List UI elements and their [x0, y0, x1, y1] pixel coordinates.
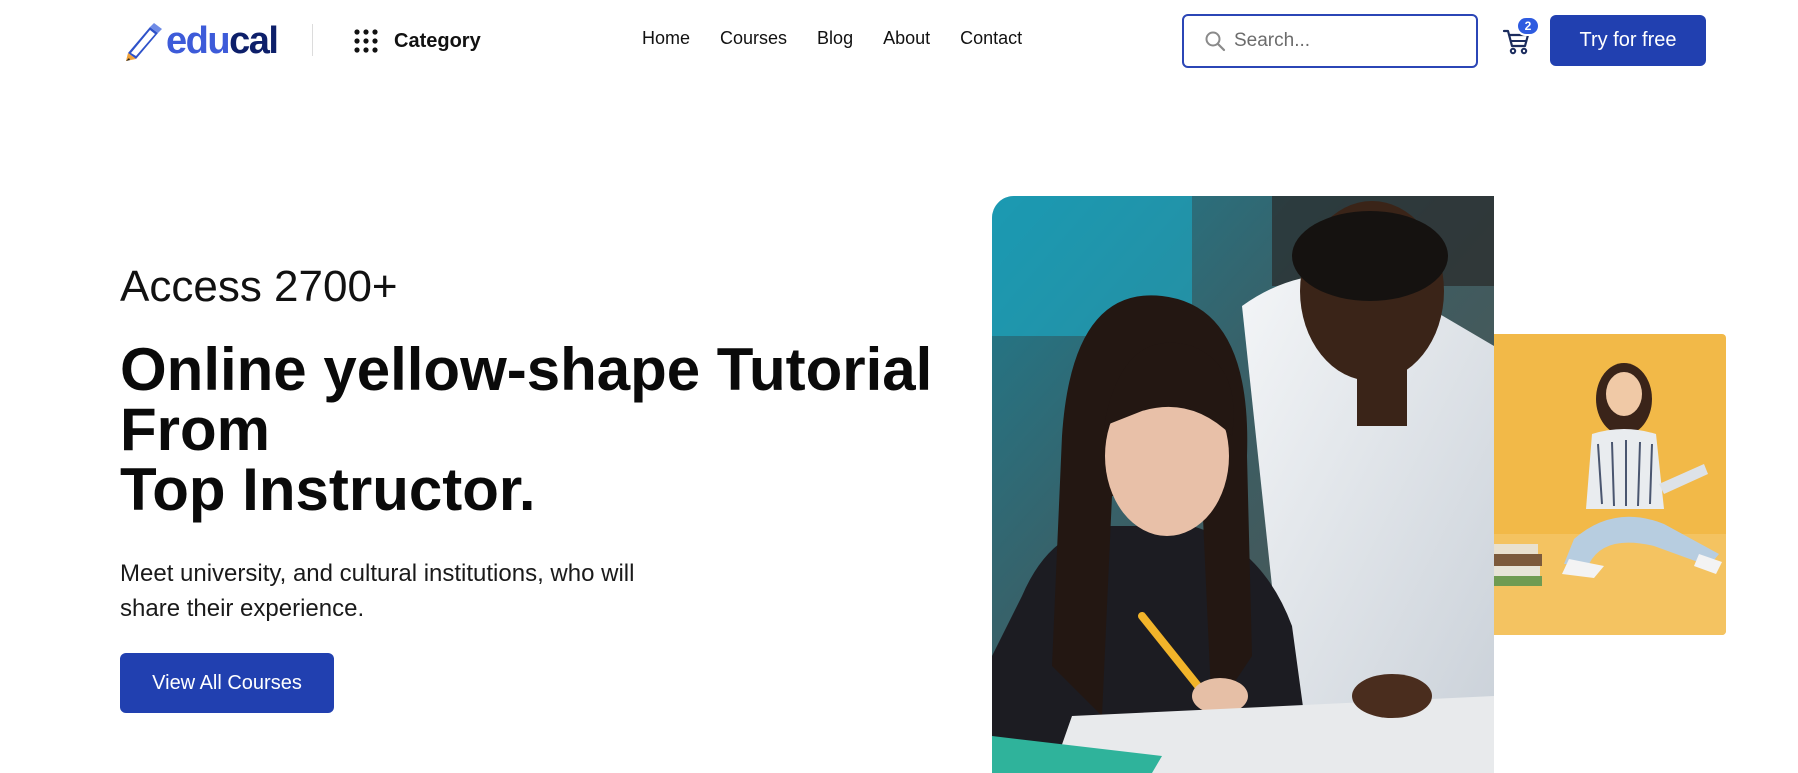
- logo[interactable]: educal: [120, 18, 279, 64]
- logo-text: educal: [166, 19, 279, 62]
- header-divider: [312, 24, 313, 56]
- category-menu[interactable]: Category: [354, 26, 481, 56]
- hero-subtitle: Access 2700+: [120, 262, 398, 311]
- hero-description: Meet university, and cultural institutio…: [120, 560, 635, 622]
- site-header: educal Category Home Courses Blog About …: [0, 0, 1798, 82]
- cart-button[interactable]: 2: [1498, 16, 1540, 58]
- nav-blog[interactable]: Blog: [817, 28, 853, 49]
- try-for-free-button[interactable]: Try for free: [1550, 15, 1706, 66]
- view-all-courses-button[interactable]: View All Courses: [120, 653, 334, 713]
- main-nav: Home Courses Blog About Contact: [642, 28, 1022, 49]
- search-box: [1182, 14, 1478, 68]
- nav-contact[interactable]: Contact: [960, 28, 1022, 49]
- hero-title-line-2: Top Instructor.: [120, 456, 536, 523]
- cart-count-badge: 2: [1516, 16, 1540, 36]
- search-icon: [1205, 31, 1226, 52]
- hero-title-line-1: Online yellow-shape Tutorial From: [120, 336, 933, 463]
- nav-courses[interactable]: Courses: [720, 28, 787, 49]
- nav-home[interactable]: Home: [642, 28, 690, 49]
- pencil-logo-icon: [126, 23, 162, 61]
- hero-title: Online yellow-shape Tutorial From Top In…: [120, 340, 960, 520]
- search-input[interactable]: [1234, 30, 1454, 52]
- nav-about[interactable]: About: [883, 28, 930, 49]
- hero-photo-students: [992, 196, 1494, 773]
- hero-photo-student-yellow: [1494, 334, 1726, 635]
- category-label: Category: [394, 29, 481, 52]
- grid-dots-icon: [354, 29, 378, 53]
